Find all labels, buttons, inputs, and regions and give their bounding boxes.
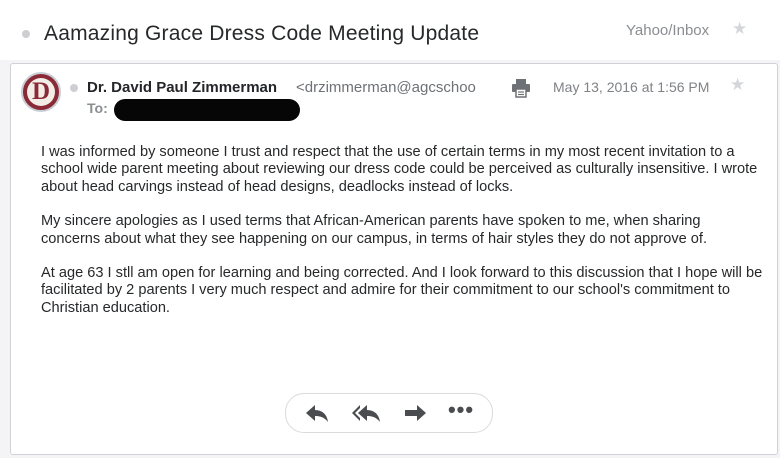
- more-label: •••: [447, 397, 475, 422]
- avatar[interactable]: D: [21, 72, 61, 112]
- email-subject: Aamazing Grace Dress Code Meeting Update: [44, 22, 480, 45]
- read-status-dot[interactable]: [70, 84, 78, 92]
- message-star-icon[interactable]: ★: [730, 75, 745, 95]
- message-date: May 13, 2016 at 1:56 PM: [553, 79, 710, 95]
- unread-dot[interactable]: [22, 30, 30, 38]
- sender-email[interactable]: <drzimmerman@agcschoo: [296, 79, 489, 96]
- body-paragraph: I was informed by someone I trust and re…: [41, 144, 758, 195]
- forward-icon[interactable]: [402, 402, 428, 424]
- reply-icon[interactable]: [304, 402, 330, 424]
- reply-all-icon[interactable]: [352, 402, 382, 424]
- folder-label[interactable]: Yahoo/Inbox: [626, 22, 709, 39]
- sender-name[interactable]: Dr. David Paul Zimmerman: [87, 79, 277, 96]
- message-card: D Dr. David Paul Zimmerman <drzimmerman@…: [10, 63, 778, 455]
- subject-bar: Aamazing Grace Dress Code Meeting Update…: [0, 0, 780, 60]
- body-paragraph: My sincere apologies as I used terms tha…: [41, 213, 708, 247]
- star-icon[interactable]: ★: [732, 19, 747, 39]
- body-paragraph: At age 63 I stll am open for learning an…: [41, 265, 763, 316]
- redacted-recipient: [114, 99, 300, 121]
- recipient-label: To:: [87, 100, 108, 116]
- more-icon[interactable]: •••: [446, 397, 476, 424]
- avatar-letter: D: [31, 78, 51, 105]
- email-viewer: Aamazing Grace Dress Code Meeting Update…: [0, 0, 780, 458]
- message-actions: •••: [285, 393, 493, 433]
- print-icon[interactable]: [511, 78, 531, 98]
- message-body: I was informed by someone I trust and re…: [41, 144, 763, 334]
